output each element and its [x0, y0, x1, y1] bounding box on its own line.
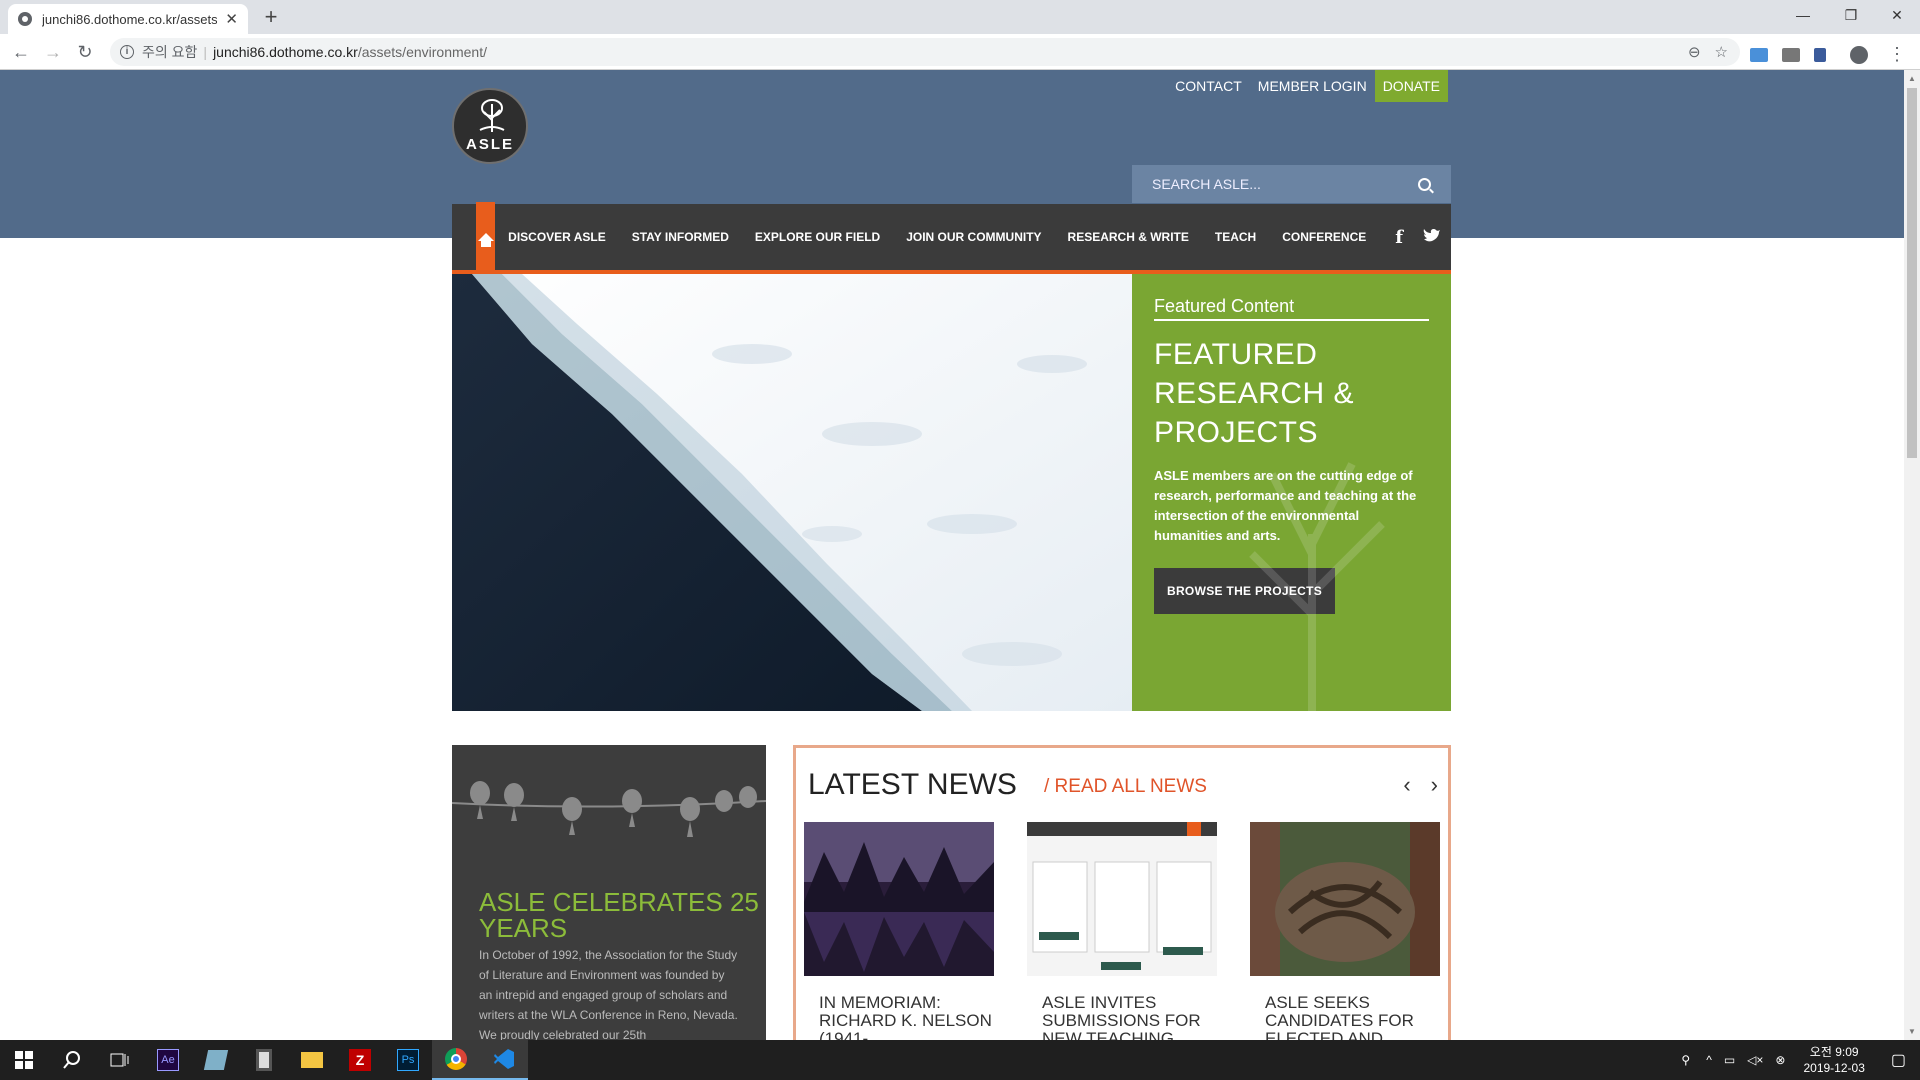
site-search-input[interactable]: SEARCH ASLE...	[1132, 165, 1451, 203]
news-card[interactable]: IN MEMORIAM: RICHARD K. NELSON (1941-	[804, 822, 994, 1040]
news-card[interactable]: ASLE INVITES SUBMISSIONS FOR NEW TEACHIN…	[1027, 822, 1217, 1040]
minimize-icon[interactable]: —	[1780, 0, 1826, 30]
globe-icon	[18, 12, 32, 26]
clock-time: 오전 9:09	[1809, 1045, 1859, 1059]
reload-icon[interactable]: ↻	[72, 39, 98, 65]
member-login-link[interactable]: MEMBER LOGIN	[1250, 70, 1375, 102]
news-heading: LATEST NEWS	[808, 768, 1017, 801]
bookmark-extension-icon[interactable]	[1814, 47, 1826, 62]
news-title[interactable]: ASLE SEEKS CANDIDATES FOR ELECTED AND	[1250, 994, 1440, 1041]
network-icon[interactable]: ▭	[1718, 1053, 1741, 1067]
anniversary-body: In October of 1992, the Association for …	[479, 948, 738, 1040]
news-thumbnail-forest-lake[interactable]	[804, 822, 994, 976]
bookmark-star-icon[interactable]: ☆	[1715, 43, 1728, 61]
restore-icon[interactable]: ❐	[1828, 0, 1874, 30]
nav-discover-asle[interactable]: DISCOVER ASLE	[495, 230, 619, 244]
camera-extension-icon[interactable]	[1782, 47, 1800, 62]
zoom-icon[interactable]: ⊖	[1688, 43, 1701, 61]
nav-join-our-community[interactable]: JOIN OUR COMMUNITY	[893, 230, 1054, 244]
birds-on-wire-icon	[452, 781, 766, 837]
ice-photo	[452, 274, 1132, 711]
chevron-left-icon[interactable]: ‹	[1403, 772, 1410, 798]
news-thumbnail-tree-roots[interactable]	[1250, 822, 1440, 976]
featured-kicker: Featured Content	[1154, 296, 1429, 321]
nav-research-write[interactable]: RESEARCH & WRITE	[1055, 230, 1202, 244]
filezilla-icon[interactable]: Z	[336, 1040, 384, 1080]
menu-icon[interactable]: ⋮	[1888, 44, 1906, 65]
notes-app-icon[interactable]	[192, 1040, 240, 1080]
scrollbar-thumb[interactable]	[1907, 88, 1917, 458]
chrome-icon[interactable]	[432, 1040, 480, 1080]
home-icon	[477, 233, 494, 247]
asle-logo[interactable]: ASLE	[452, 88, 528, 164]
facebook-icon[interactable]: f	[1385, 227, 1413, 248]
after-effects-icon[interactable]: Ae	[144, 1040, 192, 1080]
page-scrollbar[interactable]: ▲ ▼	[1904, 70, 1920, 1040]
browser-toolbar: ← → ↻ i 주의 요함 | junchi86.dothome.co.kr /…	[0, 34, 1920, 70]
vscode-icon[interactable]	[480, 1040, 528, 1080]
clock-date: 2019-12-03	[1803, 1061, 1865, 1075]
contact-link[interactable]: CONTACT	[1167, 70, 1250, 102]
chevron-up-icon[interactable]: ^	[1700, 1053, 1718, 1067]
url-path: /assets/environment/	[357, 44, 487, 60]
new-tab-button[interactable]: +	[258, 4, 284, 30]
donate-button[interactable]: DONATE	[1374, 70, 1448, 102]
photoshop-icon[interactable]: Ps	[384, 1040, 432, 1080]
file-explorer-icon[interactable]	[288, 1040, 336, 1080]
anniversary-panel: ASLE CELEBRATES 25 YEARS In October of 1…	[452, 745, 766, 1040]
twitter-icon[interactable]	[1413, 227, 1451, 248]
read-all-news-link[interactable]: / READ ALL NEWS	[1044, 776, 1207, 798]
windows-taskbar: Ae Z Ps ⚲ ^ ▭ ◁× ⊗ 오전 9:09 2019-12-03 ▢	[0, 1040, 1920, 1080]
news-title[interactable]: ASLE INVITES SUBMISSIONS FOR NEW TEACHIN…	[1027, 994, 1217, 1041]
notification-icon[interactable]: ▢	[1877, 1050, 1920, 1070]
people-icon[interactable]: ⚲	[1671, 1053, 1700, 1067]
chevron-right-icon[interactable]: ›	[1431, 772, 1438, 798]
featured-content-panel: Featured Content FEATURED RESEARCH & PRO…	[1132, 274, 1451, 711]
taskbar-clock[interactable]: 오전 9:09 2019-12-03	[1791, 1044, 1876, 1076]
nav-teach[interactable]: TEACH	[1202, 230, 1269, 244]
status-icon[interactable]: ⊗	[1769, 1053, 1791, 1067]
profile-icon[interactable]	[1850, 45, 1868, 64]
search-icon[interactable]	[48, 1040, 96, 1080]
tree-watermark-icon	[1249, 462, 1385, 711]
scroll-up-icon[interactable]: ▲	[1908, 74, 1916, 83]
close-tab-icon[interactable]: ✕	[225, 10, 238, 28]
address-separator: |	[203, 44, 208, 60]
tree-icon	[479, 99, 505, 132]
browser-tab-strip: junchi86.dothome.co.kr/assets/e ✕ + — ❐ …	[0, 0, 1920, 34]
system-tray: ⚲ ^ ▭ ◁× ⊗ 오전 9:09 2019-12-03 ▢	[1671, 1040, 1920, 1080]
windows-start-icon[interactable]	[0, 1040, 48, 1080]
forward-icon[interactable]: →	[40, 39, 66, 65]
browser-tab[interactable]: junchi86.dothome.co.kr/assets/e ✕	[8, 4, 248, 34]
news-thumbnail-screenshot[interactable]	[1027, 822, 1217, 976]
hero-ice-image	[452, 274, 1132, 711]
calculator-icon[interactable]	[240, 1040, 288, 1080]
logo-text: ASLE	[465, 136, 514, 153]
main-navigation: DISCOVER ASLE STAY INFORMED EXPLORE OUR …	[452, 202, 1451, 274]
tab-title: junchi86.dothome.co.kr/assets/e	[42, 11, 218, 27]
news-card[interactable]: ASLE SEEKS CANDIDATES FOR ELECTED AND	[1250, 822, 1440, 1040]
info-icon[interactable]: i	[120, 45, 134, 59]
extension-icon[interactable]	[1750, 47, 1768, 62]
home-button[interactable]	[476, 202, 496, 272]
task-view-icon[interactable]	[96, 1040, 144, 1080]
nav-conference[interactable]: CONFERENCE	[1269, 230, 1379, 244]
security-warning[interactable]: 주의 요함	[142, 42, 197, 62]
address-bar[interactable]: i 주의 요함 | junchi86.dothome.co.kr /assets…	[110, 38, 1740, 66]
web-page: ASLE CONTACT MEMBER LOGIN DONATE SEARCH …	[0, 70, 1904, 1040]
scroll-down-icon[interactable]: ▼	[1908, 1027, 1916, 1036]
back-icon[interactable]: ←	[8, 39, 34, 65]
nav-explore-our-field[interactable]: EXPLORE OUR FIELD	[742, 230, 893, 244]
volume-muted-icon[interactable]: ◁×	[1741, 1053, 1769, 1067]
search-placeholder: SEARCH ASLE...	[1152, 176, 1261, 192]
latest-news-panel: LATEST NEWS / READ ALL NEWS ‹ › IN MEMOR…	[793, 745, 1451, 1040]
nav-stay-informed[interactable]: STAY INFORMED	[619, 230, 742, 244]
search-icon[interactable]	[1418, 177, 1431, 191]
utility-links: CONTACT MEMBER LOGIN DONATE	[1167, 70, 1448, 102]
anniversary-title[interactable]: ASLE CELEBRATES 25 YEARS	[479, 889, 759, 941]
news-title[interactable]: IN MEMORIAM: RICHARD K. NELSON (1941-	[804, 994, 994, 1041]
url-host: junchi86.dothome.co.kr	[213, 44, 358, 60]
close-window-icon[interactable]: ✕	[1874, 0, 1920, 30]
